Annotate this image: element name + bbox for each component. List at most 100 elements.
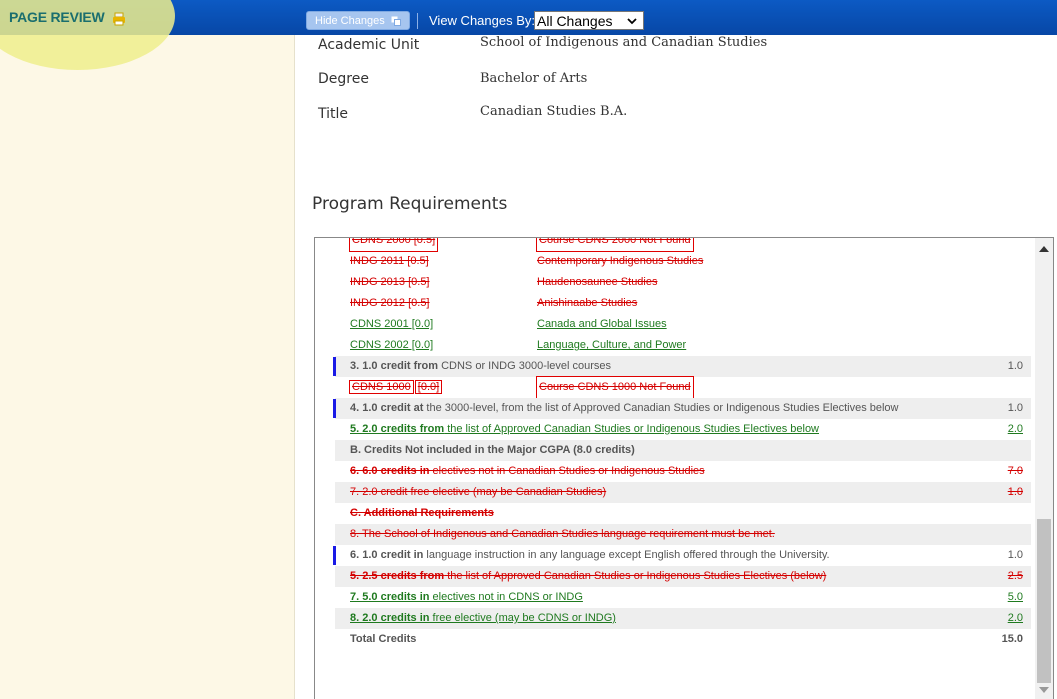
requirement-text: 4. 1.0 credit at the 3000-level, from th… [350, 398, 899, 419]
table-row: 8. 2.0 credits in free elective (may be … [335, 608, 1031, 629]
requirement-bold: 8. 2.0 credits in [350, 612, 430, 624]
table-row: INDG 2012 [0.5] Anishinaabe Studies [335, 293, 1031, 314]
vertical-scrollbar[interactable] [1035, 238, 1053, 699]
credit-value: 1.0 [1007, 402, 1023, 414]
section-heading: C. Additional Requirements [350, 507, 494, 519]
requirement-text: 6. 1.0 credit in language instruction in… [350, 545, 830, 566]
table-row: 6. 6.0 credits in electives not in Canad… [335, 461, 1031, 482]
table-row: 7. 2.0 credit free elective (may be Cana… [335, 482, 1031, 503]
scroll-down-arrow-icon[interactable] [1039, 687, 1049, 693]
scrollbar-thumb[interactable] [1037, 519, 1051, 683]
view-changes-select[interactable]: All Changes [534, 11, 644, 30]
course-title[interactable]: Anishinaabe Studies [537, 293, 637, 314]
table-row: 5. 2.5 credits from the list of Approved… [335, 566, 1031, 587]
table-row: C. Additional Requirements [335, 503, 1031, 524]
requirement-text: 8. The School of Indigenous and Canadian… [350, 528, 775, 540]
requirement-text: 7. 2.0 credit free elective (may be Cana… [350, 486, 607, 498]
total-credits-value: 15.0 [1001, 633, 1023, 645]
hide-changes-label: Hide Changes [315, 14, 385, 27]
course-code[interactable]: CDNS 2000 [0.5] [348, 238, 439, 252]
page-review-label: PAGE REVIEW [9, 9, 105, 25]
requirement-text: 5. 2.0 credits from the list of Approved… [350, 419, 819, 440]
toolbar-divider [417, 13, 418, 29]
degree-value: Bachelor of Arts [480, 71, 588, 86]
credit-value: 1.0 [1007, 360, 1023, 372]
requirement-rest: electives not in Canadian Studies or Ind… [429, 465, 705, 477]
course-code-group: CDNS 1000 [0.0] [349, 377, 443, 398]
table-row: Total Credits 15.0 [335, 629, 1031, 650]
total-credits-label: Total Credits [350, 633, 417, 645]
table-row: 4. 1.0 credit at the 3000-level, from th… [333, 398, 1031, 419]
chevron-down-icon [627, 17, 637, 24]
view-changes-label: View Changes By: [429, 13, 535, 28]
requirement-bold: 4. 1.0 credit at [350, 402, 424, 414]
table-row: CDNS 2001 [0.0] Canada and Global Issues [335, 314, 1031, 335]
course-title[interactable]: Contemporary Indigenous Studies [537, 251, 703, 272]
requirement-rest: CDNS or INDG 3000-level courses [438, 360, 612, 372]
review-toolbar: PAGE REVIEW Hide Changes View Changes By… [0, 0, 1057, 70]
course-code[interactable]: CDNS 2002 [0.0] [350, 335, 433, 356]
table-row: INDG 2013 [0.5] Haudenosaunee Studies [335, 272, 1031, 293]
left-sidebar [0, 0, 295, 699]
table-row: B. Credits Not included in the Major CGP… [335, 440, 1031, 461]
requirement-text: 6. 6.0 credits in electives not in Canad… [350, 461, 705, 482]
requirement-bold: 7. 5.0 credits in [350, 591, 430, 603]
course-code[interactable]: CDNS 1000 [349, 380, 414, 394]
requirement-bold: 3. 1.0 credit from [350, 360, 439, 372]
course-title[interactable]: Language, Culture, and Power [537, 335, 686, 356]
requirement-bold: 5. 2.0 credits from [350, 423, 445, 435]
requirement-rest: the 3000-level, from the list of Approve… [423, 402, 899, 414]
table-row: 3. 1.0 credit from CDNS or INDG 3000-lev… [333, 356, 1031, 377]
requirement-text: 7. 5.0 credits in electives not in CDNS … [350, 587, 583, 608]
requirement-text: 5. 2.5 credits from the list of Approved… [350, 566, 826, 587]
course-code[interactable]: INDG 2012 [0.5] [350, 293, 430, 314]
hide-changes-button[interactable]: Hide Changes [306, 11, 410, 30]
academic-unit-label: Academic Unit [318, 37, 420, 53]
course-credit: [0.0] [414, 380, 443, 394]
course-title[interactable]: Course CDNS 1000 Not Found [536, 376, 694, 399]
course-code[interactable]: CDNS 2001 [0.0] [350, 314, 433, 335]
requirements-scroll-panel[interactable]: CDNS 2000 [0.5] Course CDNS 2000 Not Fou… [314, 237, 1054, 699]
degree-label: Degree [318, 71, 369, 87]
table-row: 6. 1.0 credit in language instruction in… [333, 545, 1031, 566]
requirement-text: 3. 1.0 credit from CDNS or INDG 3000-lev… [350, 356, 611, 377]
change-marker [333, 546, 336, 565]
requirement-bold: 6. 6.0 credits in [350, 465, 430, 477]
course-title[interactable]: Course CDNS 2000 Not Found [536, 238, 694, 252]
requirements-table: CDNS 2000 [0.5] Course CDNS 2000 Not Fou… [333, 238, 1031, 650]
table-row: CDNS 1000 [0.0] Course CDNS 1000 Not Fou… [335, 376, 1031, 399]
printer-icon[interactable] [112, 12, 126, 26]
credit-value: 5.0 [1007, 591, 1023, 603]
requirement-rest: the list of Approved Canadian Studies or… [444, 570, 827, 582]
credit-value: 2.5 [1007, 570, 1023, 582]
credit-value: 1.0 [1007, 549, 1023, 561]
page-review-button[interactable]: PAGE REVIEW [9, 9, 126, 26]
requirement-rest: language instruction in any language exc… [423, 549, 830, 561]
program-requirements-heading: Program Requirements [312, 194, 508, 214]
change-marker [333, 399, 336, 418]
section-heading: B. Credits Not included in the Major CGP… [350, 444, 635, 456]
course-code[interactable]: INDG 2013 [0.5] [350, 272, 430, 293]
scroll-up-arrow-icon[interactable] [1039, 246, 1049, 252]
table-row: 8. The School of Indigenous and Canadian… [335, 524, 1031, 545]
course-title[interactable]: Haudenosaunee Studies [537, 272, 657, 293]
academic-unit-value: School of Indigenous and Canadian Studie… [480, 35, 768, 50]
requirement-rest: the list of Approved Canadian Studies or… [444, 423, 819, 435]
change-marker [333, 357, 336, 376]
table-row: 5. 2.0 credits from the list of Approved… [335, 419, 1031, 440]
course-code[interactable]: INDG 2011 [0.5] [350, 251, 429, 272]
requirement-bold: 6. 1.0 credit in [350, 549, 424, 561]
requirement-rest: electives not in CDNS or INDG [429, 591, 583, 603]
requirement-rest: free elective (may be CDNS or INDG) [429, 612, 616, 624]
credit-value: 2.0 [1007, 423, 1023, 435]
credit-value: 7.0 [1007, 465, 1023, 477]
credit-value: 2.0 [1007, 612, 1023, 624]
copy-icon [391, 16, 401, 26]
course-title[interactable]: Canada and Global Issues [537, 314, 667, 335]
table-row: CDNS 2002 [0.0] Language, Culture, and P… [335, 335, 1031, 356]
table-row: INDG 2011 [0.5] Contemporary Indigenous … [335, 251, 1031, 272]
title-label: Title [318, 106, 349, 122]
table-row: 7. 5.0 credits in electives not in CDNS … [335, 587, 1031, 608]
requirement-text: 8. 2.0 credits in free elective (may be … [350, 608, 616, 629]
credit-value: 1.0 [1007, 486, 1023, 498]
